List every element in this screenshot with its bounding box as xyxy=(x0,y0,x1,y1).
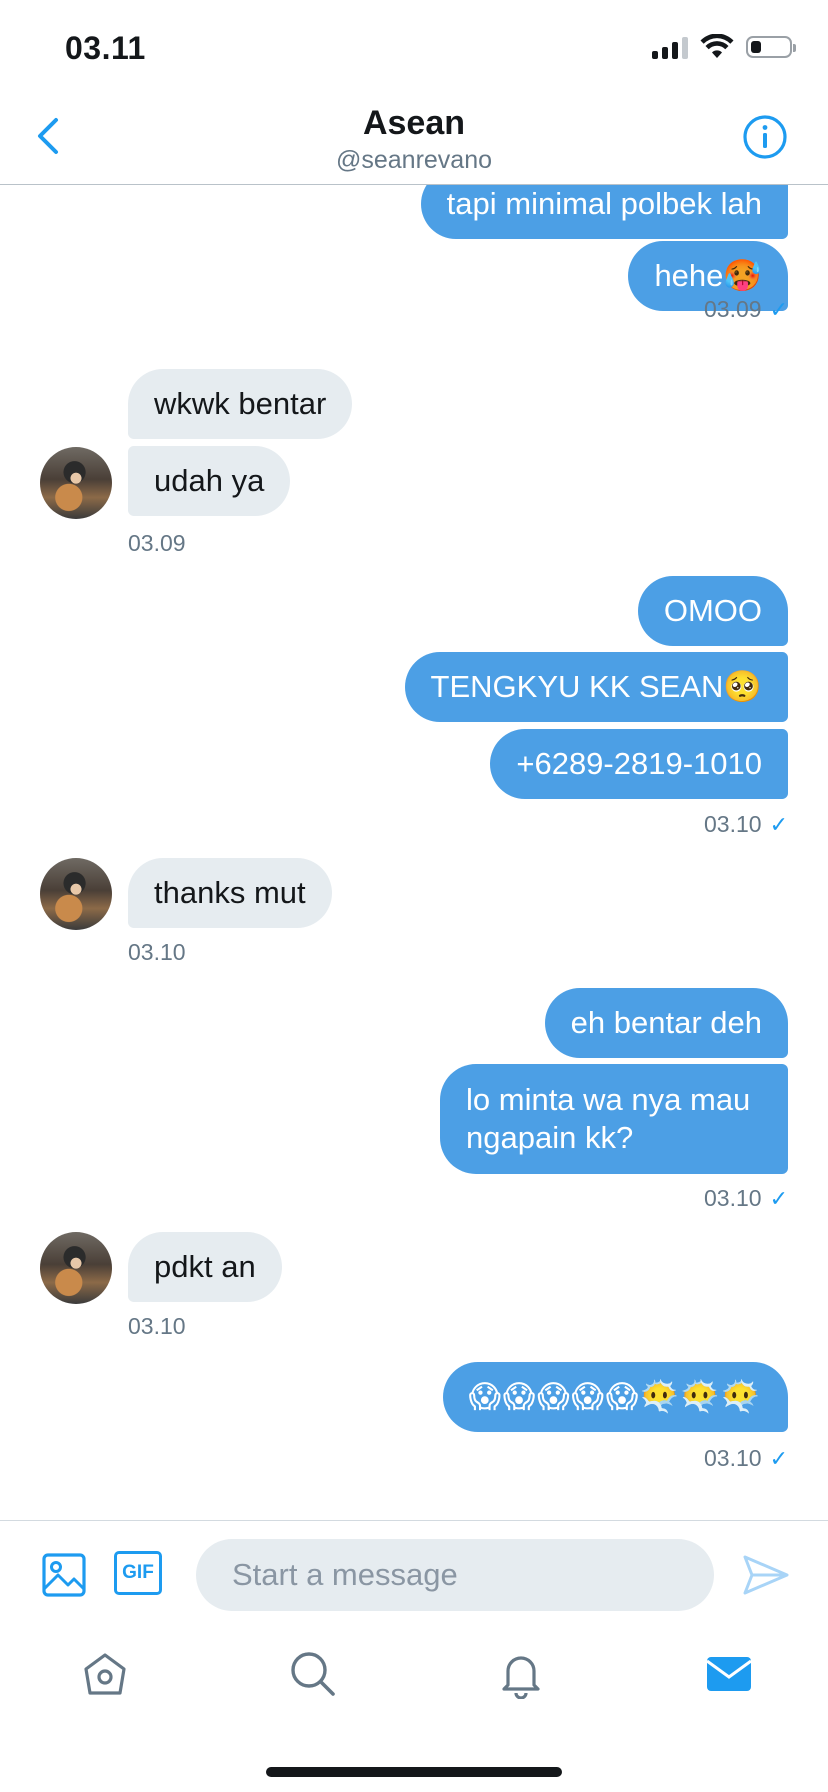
timestamp-text: 03.10 xyxy=(704,811,762,837)
send-icon[interactable] xyxy=(742,1553,790,1597)
bottom-nav xyxy=(0,1625,828,1792)
message-timestamp: 03.09 xyxy=(128,530,186,556)
message-bubble-incoming[interactable]: thanks mut xyxy=(128,858,332,928)
message-timestamp: 03.10 xyxy=(128,939,186,965)
signal-icon xyxy=(652,35,688,59)
conversation-handle: @seanrevano xyxy=(335,146,493,174)
message-bubble-outgoing[interactable]: lo minta wa nya mau ngapain kk? xyxy=(440,1064,788,1174)
message-bubble-outgoing[interactable]: eh bentar deh xyxy=(544,988,788,1058)
timestamp-text: 03.10 xyxy=(704,1445,762,1471)
read-check-icon: ✓ xyxy=(769,1186,788,1211)
message-timestamp: 03.10 xyxy=(128,1313,186,1339)
message-bubble-outgoing[interactable]: 😱😱😱😱😱😶‍🌫️😶‍🌫️😶‍🌫️ xyxy=(442,1362,788,1432)
wifi-icon xyxy=(700,34,734,58)
message-bubble-incoming[interactable]: pdkt an xyxy=(128,1232,282,1302)
messages-icon[interactable] xyxy=(704,1649,754,1699)
timestamp-text: 03.09 xyxy=(704,296,762,322)
message-composer: GIF xyxy=(0,1520,828,1626)
info-icon[interactable] xyxy=(742,114,788,160)
avatar[interactable] xyxy=(40,1232,112,1304)
battery-icon xyxy=(746,36,796,58)
message-bubble-incoming[interactable]: wkwk bentar xyxy=(128,369,353,439)
read-check-icon: ✓ xyxy=(769,297,788,322)
status-time: 03.11 xyxy=(65,30,146,66)
conversation-header: Asean @seanrevano xyxy=(0,100,828,185)
message-line: ngapain kk? xyxy=(466,1120,634,1155)
message-bubble-outgoing[interactable]: OMOO xyxy=(637,576,788,646)
message-bubble-outgoing[interactable]: +6289-2819-1010 xyxy=(490,729,788,799)
conversation-title[interactable]: Asean xyxy=(0,104,828,143)
home-indicator xyxy=(266,1767,562,1777)
image-icon[interactable] xyxy=(40,1551,88,1599)
message-bubble-outgoing[interactable]: TENGKYU KK SEAN🥺 xyxy=(404,652,788,722)
status-bar: 03.11 xyxy=(0,0,828,100)
avatar[interactable] xyxy=(40,447,112,519)
message-timestamp: 03.10 ✓ xyxy=(704,1445,788,1472)
message-line: lo minta wa nya mau xyxy=(466,1082,751,1117)
read-check-icon: ✓ xyxy=(769,812,788,837)
message-bubble-outgoing[interactable]: tapi minimal polbek lah xyxy=(420,185,788,239)
gif-icon[interactable]: GIF xyxy=(114,1551,162,1595)
message-timestamp: 03.10 ✓ xyxy=(704,811,788,838)
status-icons xyxy=(652,34,796,60)
notifications-icon[interactable] xyxy=(496,1649,546,1699)
timestamp-text: 03.10 xyxy=(704,1185,762,1211)
home-icon[interactable] xyxy=(80,1649,130,1699)
read-check-icon: ✓ xyxy=(769,1446,788,1471)
gif-label: GIF xyxy=(122,1562,154,1583)
message-bubble-incoming[interactable]: udah ya xyxy=(128,446,291,516)
message-list[interactable]: tapi minimal polbek lah hehe🥵 03.09 ✓ wkw… xyxy=(0,185,828,1520)
message-input[interactable] xyxy=(196,1539,714,1611)
avatar[interactable] xyxy=(40,858,112,930)
search-icon[interactable] xyxy=(288,1649,338,1699)
message-timestamp: 03.10 ✓ xyxy=(704,1185,788,1212)
message-timestamp: 03.09 ✓ xyxy=(704,296,788,323)
